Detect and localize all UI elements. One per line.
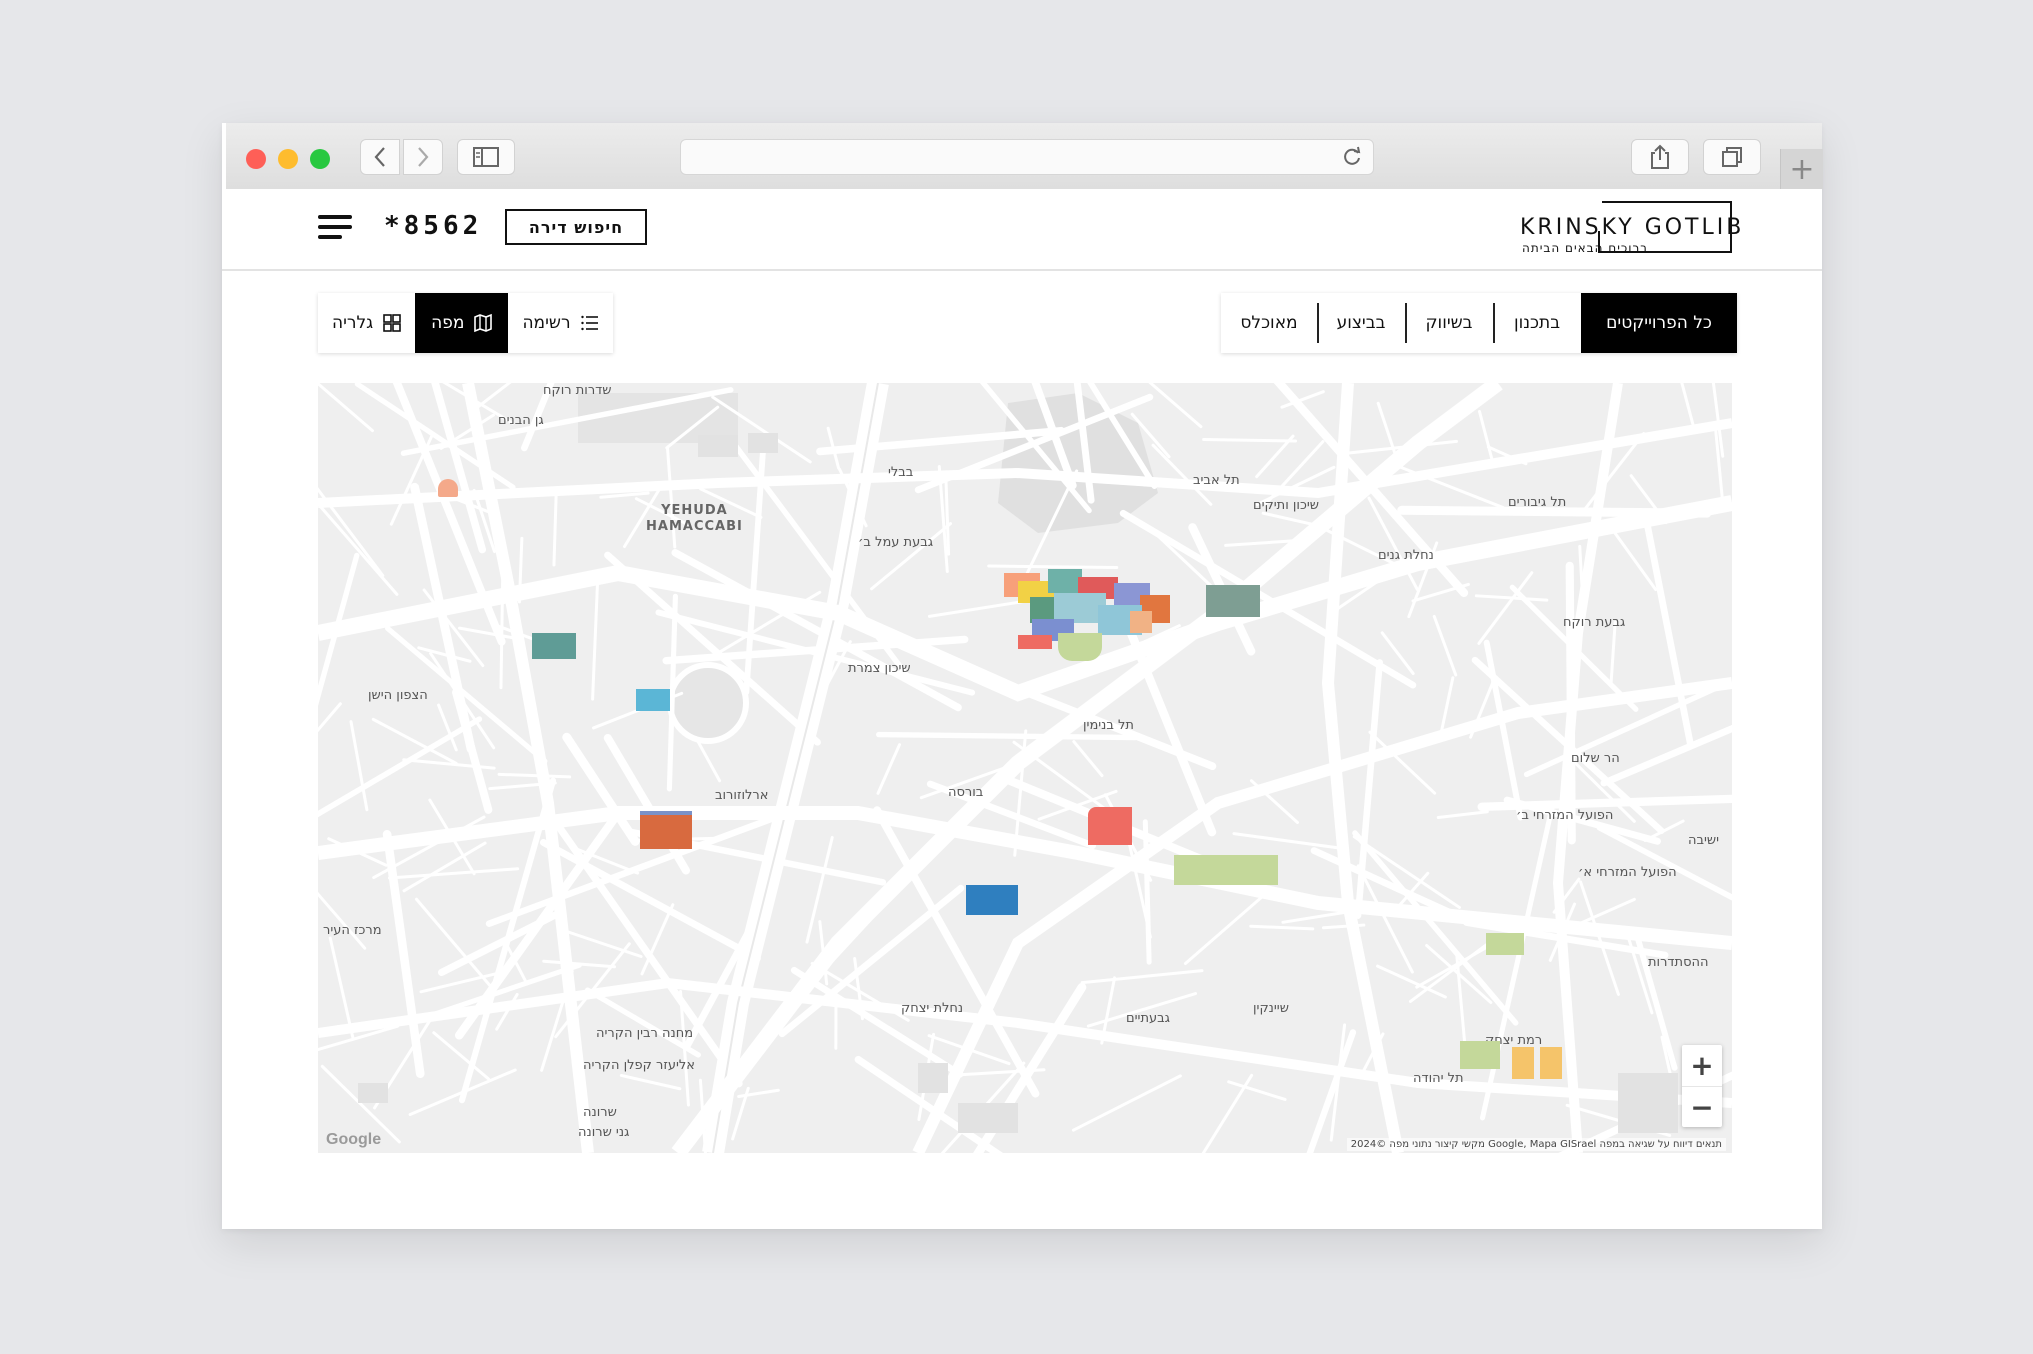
project-marker[interactable] <box>1018 635 1052 649</box>
map-label: גן הבנים <box>498 413 544 428</box>
project-marker[interactable] <box>1206 585 1260 617</box>
map-label: גבעתיים <box>1126 1011 1170 1026</box>
map-label: גבעת עמל ב׳ <box>858 535 934 550</box>
project-marker[interactable] <box>1540 1047 1562 1079</box>
map-label: בבלי <box>888 465 914 480</box>
map-label: מחנה רבין הקריה <box>596 1026 694 1041</box>
map-label: תל יהודה <box>1413 1071 1464 1086</box>
project-marker[interactable] <box>1048 569 1082 593</box>
back-button[interactable] <box>360 139 400 175</box>
map-label: הר שלום <box>1571 751 1620 766</box>
project-marker[interactable] <box>1486 933 1524 955</box>
map-attribution[interactable]: מקשי קיצור נתוני מפה ©2024 Google, Mapa … <box>1346 1138 1726 1151</box>
project-marker[interactable] <box>636 689 670 711</box>
filter-all-projects[interactable]: כל הפרוייקטים <box>1581 293 1737 353</box>
map-label: נחלת גנים <box>1378 548 1434 563</box>
filter-marketing[interactable]: בשיווק <box>1405 293 1493 353</box>
view-toggle: גלריה מפה רשימה <box>318 293 613 353</box>
zoom-control: + − <box>1682 1045 1722 1127</box>
map-label: בורסה <box>948 785 984 800</box>
project-status-filters: מאוכלס בביצוע בשיווק בתכנון כל הפרוייקטי… <box>1221 293 1737 353</box>
logo[interactable]: KRINSKY GOTLIB ברוכים הבאים הביתה <box>1520 201 1741 261</box>
map-label: תל בנימין <box>1083 718 1134 733</box>
logo-tagline: ברוכים הבאים הביתה <box>1522 241 1649 255</box>
projects-map[interactable]: YEHUDA HAMACCABI שדרות רוקח גן הבנים תל … <box>318 383 1732 1153</box>
project-marker[interactable] <box>438 479 458 497</box>
menu-icon[interactable] <box>318 215 352 239</box>
map-label: אליעזר קפלן הקריה <box>583 1058 695 1073</box>
project-marker[interactable] <box>1460 1041 1500 1069</box>
google-logo[interactable]: Google <box>326 1131 381 1149</box>
map-label: ישיבה <box>1688 833 1720 848</box>
filter-occupied[interactable]: מאוכלס <box>1221 293 1317 353</box>
list-icon <box>580 315 598 331</box>
map-icon <box>474 313 493 333</box>
map-label: ארלוזורוב <box>715 788 769 803</box>
zoom-out-button[interactable]: − <box>1682 1087 1722 1128</box>
filter-in-progress[interactable]: בביצוע <box>1317 293 1405 353</box>
project-marker[interactable] <box>966 885 1018 915</box>
address-bar[interactable] <box>680 139 1374 175</box>
view-map-label: מפה <box>431 313 465 333</box>
tabs-overview-button[interactable] <box>1703 139 1761 175</box>
view-gallery-label: גלריה <box>332 313 374 333</box>
map-label: הפועל המזרחי א׳ <box>1578 865 1677 880</box>
map-label: ההסתדרות <box>1648 955 1709 970</box>
maximize-window-button[interactable] <box>310 149 330 169</box>
browser-window: + *8562 חיפוש דירה KRINSKY GOTLIB ברוכים… <box>222 123 1823 1229</box>
map-label: גני שרונה <box>578 1125 630 1140</box>
map-label: הצפון הישן <box>368 688 428 703</box>
project-marker[interactable] <box>1130 611 1152 633</box>
map-label: תל אביב <box>1193 473 1240 488</box>
sidebar-toggle-button[interactable] <box>457 139 515 175</box>
chevron-left-icon <box>374 147 385 167</box>
zoom-in-button[interactable]: + <box>1682 1045 1722 1086</box>
project-marker[interactable] <box>532 633 576 659</box>
grid-icon <box>383 314 401 332</box>
project-marker[interactable] <box>1058 633 1102 661</box>
minimize-window-button[interactable] <box>278 149 298 169</box>
share-icon <box>1651 144 1669 169</box>
map-label: הפועל המזרחי ב׳ <box>1516 808 1614 823</box>
forward-button[interactable] <box>403 139 443 175</box>
map-label: שרונה <box>583 1105 617 1120</box>
map-label: נחלת יצחק <box>901 1001 964 1016</box>
plus-icon: + <box>1789 151 1815 187</box>
phone-number[interactable]: *8562 <box>384 211 482 241</box>
map-label: גבעת רוקח <box>1563 615 1626 630</box>
filter-planning[interactable]: בתכנון <box>1493 293 1581 353</box>
view-list-label: רשימה <box>522 313 571 333</box>
chevron-right-icon <box>418 147 429 167</box>
map-label: שדרות רוקח <box>543 383 612 398</box>
sidebar-icon <box>473 147 499 167</box>
project-marker[interactable] <box>1088 807 1132 845</box>
share-button[interactable] <box>1631 139 1689 175</box>
project-marker[interactable] <box>1174 855 1278 885</box>
new-tab-button[interactable]: + <box>1780 149 1823 189</box>
map-label: שיינקין <box>1253 1001 1289 1016</box>
apartment-search-button[interactable]: חיפוש דירה <box>505 209 647 245</box>
map-label-en: YEHUDA HAMACCABI <box>646 503 743 534</box>
reload-icon[interactable] <box>1341 146 1363 168</box>
map-label: תל גיבורים <box>1508 495 1567 510</box>
map-label: מרכז העיר <box>323 923 382 938</box>
view-list-button[interactable]: רשימה <box>508 293 612 353</box>
project-marker[interactable] <box>1512 1047 1534 1079</box>
map-label: שיכון ותיקים <box>1253 498 1319 513</box>
tabs-icon <box>1722 147 1742 167</box>
view-map-button[interactable]: מפה <box>415 293 509 353</box>
site-header: *8562 חיפוש דירה KRINSKY GOTLIB ברוכים ה… <box>222 189 1822 271</box>
browser-titlebar <box>226 123 1822 190</box>
close-window-button[interactable] <box>246 149 266 169</box>
map-label: שיכון צמרת <box>848 661 911 676</box>
project-marker[interactable] <box>640 811 692 849</box>
view-gallery-button[interactable]: גלריה <box>318 293 415 353</box>
logo-name: KRINSKY GOTLIB <box>1520 215 1745 240</box>
